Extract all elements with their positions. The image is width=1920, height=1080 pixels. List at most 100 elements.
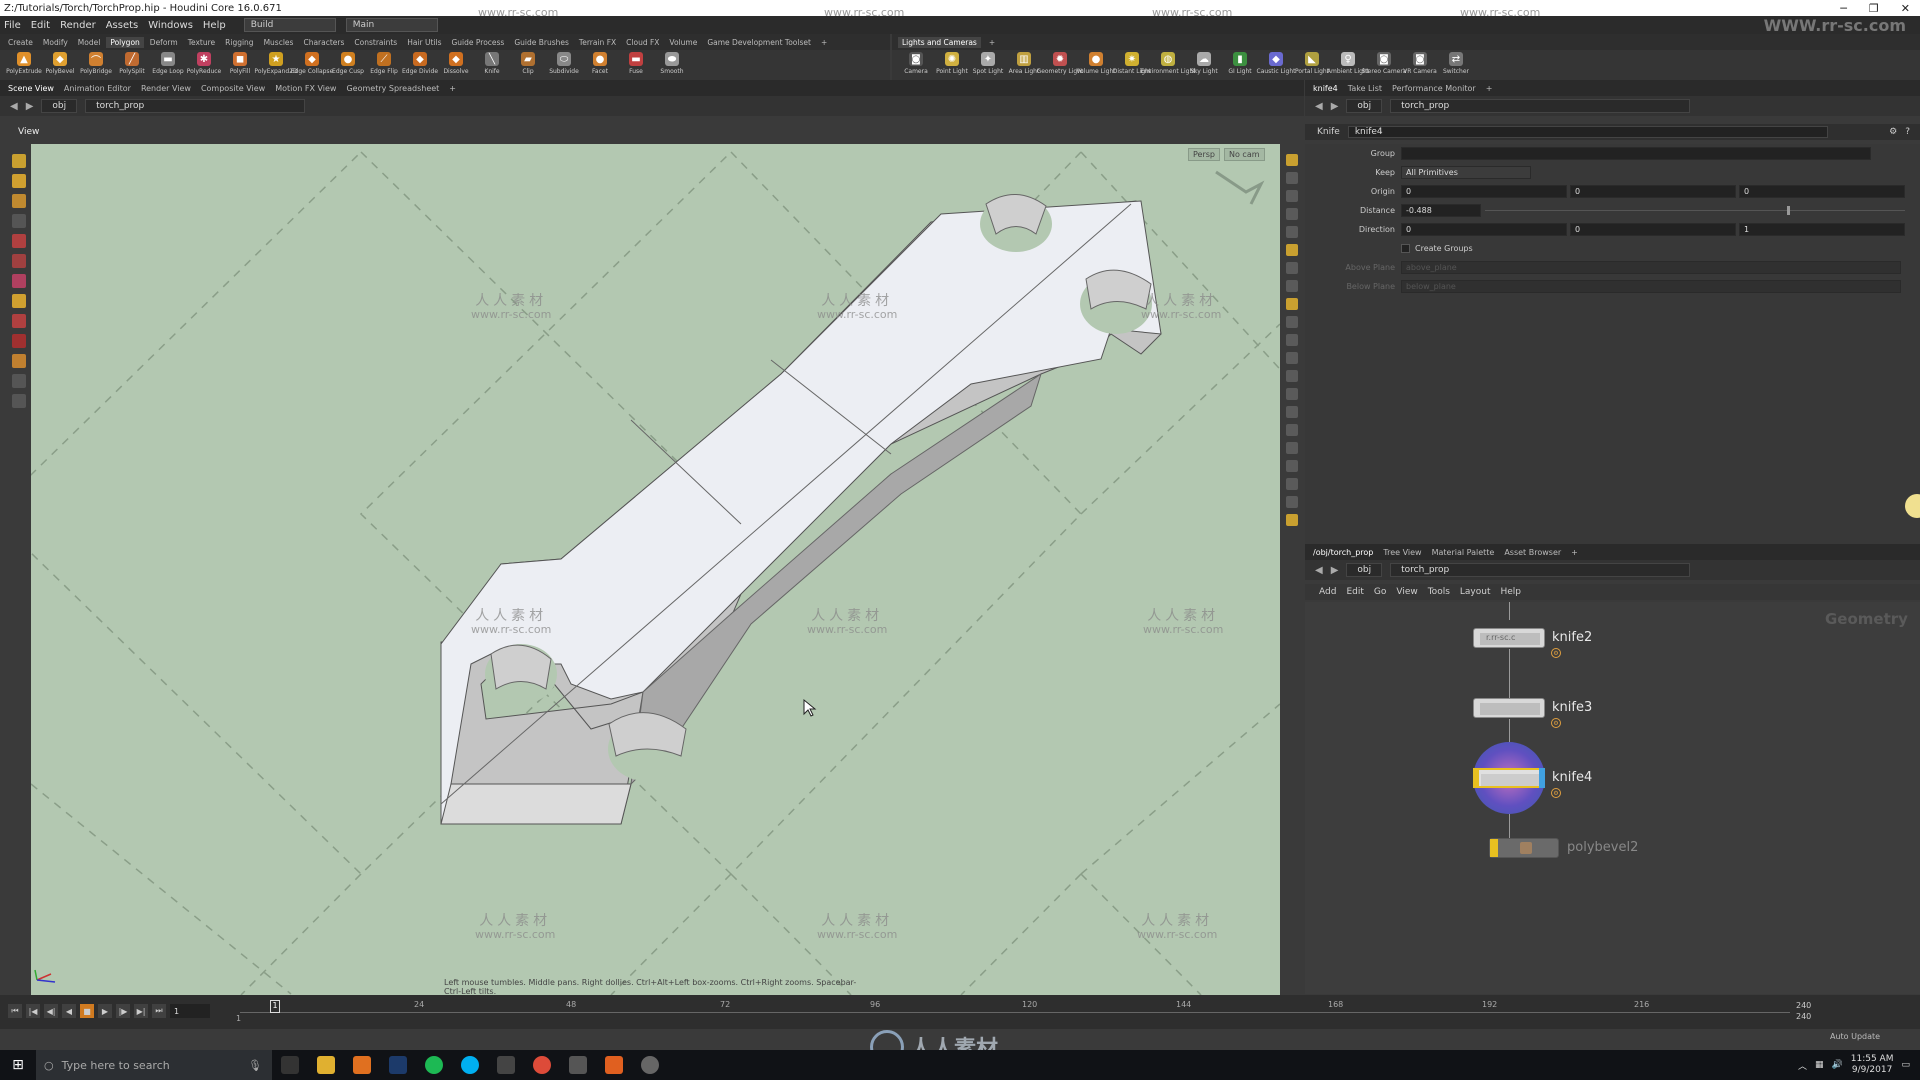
network-menu-tools[interactable]: Tools [1428, 587, 1450, 597]
gear-icon[interactable]: ⚙ [1889, 127, 1897, 137]
tool-dissolve[interactable]: ◆ Dissolve [438, 50, 474, 80]
vertex-icon[interactable] [1286, 388, 1298, 400]
shading-icon[interactable] [1286, 226, 1298, 238]
flag-icon[interactable] [1286, 514, 1298, 526]
add-shelf-tab-button[interactable]: + [985, 37, 999, 48]
node-polybevel2[interactable] [1489, 838, 1559, 858]
shelf-tab[interactable]: Muscles [260, 37, 298, 48]
skype-icon[interactable] [461, 1056, 479, 1074]
camera-button[interactable]: No cam [1224, 148, 1265, 161]
shelf-tab[interactable]: Guide Brushes [510, 37, 573, 48]
app-icon[interactable] [641, 1056, 659, 1074]
tool-caustic-light[interactable]: ◆ Caustic Light [1257, 50, 1296, 80]
minimize-button[interactable]: ─ [1840, 2, 1847, 15]
context-dropdown[interactable]: Main [345, 18, 438, 32]
tab-take-list[interactable]: Take List [1348, 84, 1382, 93]
tool-polyextrude[interactable]: ▲ PolyExtrude [6, 50, 42, 80]
stop-icon[interactable]: ■ [80, 1004, 94, 1018]
shelf-tab[interactable]: Game Development Toolset [703, 37, 815, 48]
tab-motion-fx-view[interactable]: Motion FX View [275, 84, 336, 93]
tool-sky-light[interactable]: ☁ Sky Light [1186, 50, 1222, 80]
tab-geometry-spreadsheet[interactable]: Geometry Spreadsheet [346, 84, 439, 93]
clock[interactable]: 11:55 AM 9/9/2017 [1851, 1054, 1894, 1076]
edge-icon[interactable] [1286, 352, 1298, 364]
path-root[interactable]: obj [1346, 563, 1383, 577]
current-frame-field[interactable]: 1 [170, 1004, 210, 1018]
tab-material-palette[interactable]: Material Palette [1432, 548, 1495, 557]
add-pane-tab-button[interactable]: + [1571, 548, 1578, 557]
camera-icon[interactable] [1286, 280, 1298, 292]
tray-chevron-icon[interactable]: ︿ [1798, 1059, 1807, 1072]
lock-icon[interactable] [1286, 190, 1298, 202]
path-node[interactable]: torch_prop [1390, 563, 1691, 577]
tool-geometry-light[interactable]: ✹ Geometry Light [1037, 50, 1083, 80]
tool-smooth[interactable]: ⬬ Smooth [654, 50, 690, 80]
direction-x[interactable]: 0 [1401, 223, 1567, 236]
grid-icon[interactable] [1286, 496, 1298, 508]
tool-polyreduce[interactable]: ✱ PolyReduce [186, 50, 222, 80]
display-options-icon[interactable] [1286, 154, 1298, 166]
snap-icon[interactable] [12, 354, 26, 368]
network-menu-layout[interactable]: Layout [1460, 587, 1491, 597]
tool-knife[interactable]: ╲ Knife [474, 50, 510, 80]
tool-volume-light[interactable]: ● Volume Light [1076, 50, 1116, 80]
end-frame-a[interactable]: 240 [1796, 1000, 1811, 1011]
tab-render-view[interactable]: Render View [141, 84, 191, 93]
tool-edge-flip[interactable]: ⟋ Edge Flip [366, 50, 402, 80]
forward-arrow-icon[interactable]: ▶ [1331, 565, 1339, 576]
shelf-tab[interactable]: Create [4, 37, 37, 48]
desktop-dropdown[interactable]: Build [243, 18, 336, 32]
menu-render[interactable]: Render [60, 20, 96, 31]
hand-tool-icon[interactable] [12, 394, 26, 408]
bbox-icon[interactable] [1286, 406, 1298, 418]
pose-tool-icon[interactable] [12, 274, 26, 288]
template-icon[interactable] [1286, 424, 1298, 436]
scale-tool-icon[interactable] [12, 234, 26, 248]
tool-gi-light[interactable]: ▮ GI Light [1222, 50, 1258, 80]
jump-start-icon[interactable]: ⏮ [8, 1004, 22, 1018]
point-icon[interactable] [1286, 316, 1298, 328]
windows-start-icon[interactable]: ⊞ [0, 1050, 36, 1080]
origin-z[interactable]: 0 [1739, 185, 1905, 198]
uv-icon[interactable] [1286, 460, 1298, 472]
tool-clip[interactable]: ▰ Clip [510, 50, 546, 80]
pin-icon[interactable] [1286, 262, 1298, 274]
shelf-tab[interactable]: Model [74, 37, 105, 48]
tab-knife4-params[interactable]: knife4 [1313, 84, 1338, 93]
prev-key-icon[interactable]: |◀ [26, 1004, 40, 1018]
direction-z[interactable]: 1 [1739, 223, 1905, 236]
node-knife4[interactable] [1473, 768, 1545, 788]
tool-camera[interactable]: ◙ Camera [898, 50, 934, 80]
tab-scene-view[interactable]: Scene View [8, 84, 54, 93]
tab-performance-monitor[interactable]: Performance Monitor [1392, 84, 1476, 93]
tab-asset-browser[interactable]: Asset Browser [1504, 548, 1561, 557]
tool-polybridge[interactable]: ⌒ PolyBridge [78, 50, 114, 80]
tab-composite-view[interactable]: Composite View [201, 84, 265, 93]
path-root[interactable]: obj [41, 99, 78, 113]
tab-tree-view[interactable]: Tree View [1383, 548, 1421, 557]
path-node[interactable]: torch_prop [1390, 99, 1691, 113]
network-menu-add[interactable]: Add [1319, 587, 1336, 597]
visibility-icon[interactable] [1286, 172, 1298, 184]
pointer-tool-icon[interactable] [12, 214, 26, 228]
tool-portal-light[interactable]: ◣ Portal Light [1294, 50, 1330, 80]
play-reverse-icon[interactable]: ◀ [62, 1004, 76, 1018]
brush-tool-icon[interactable] [12, 294, 26, 308]
tool-edge-divide[interactable]: ◆ Edge Divide [402, 50, 438, 80]
origin-y[interactable]: 0 [1570, 185, 1736, 198]
task-view-icon[interactable] [281, 1056, 299, 1074]
tool-point-light[interactable]: ✺ Point Light [934, 50, 970, 80]
network-editor[interactable]: Geometry r.rr-sc.c knife2 ⚙ knife3 ⚙ kni… [1305, 602, 1920, 994]
shelf-tab[interactable]: Hair Utils [403, 37, 445, 48]
slider-handle[interactable] [1787, 206, 1791, 215]
tab-network[interactable]: /obj/torch_prop [1313, 548, 1373, 557]
step-forward-icon[interactable]: |▶ [116, 1004, 130, 1018]
spotify-icon[interactable] [425, 1056, 443, 1074]
tab-animation-editor[interactable]: Animation Editor [64, 84, 131, 93]
ghost-icon[interactable] [1286, 442, 1298, 454]
network-menu-go[interactable]: Go [1374, 587, 1386, 597]
timeline-ruler[interactable]: 1 24 48 72 96 120 144 168 192 216 [240, 1000, 1790, 1024]
persp-button[interactable]: Persp [1188, 148, 1220, 161]
distance-slider[interactable] [1485, 204, 1905, 217]
playhead[interactable]: 1 [270, 1000, 280, 1013]
